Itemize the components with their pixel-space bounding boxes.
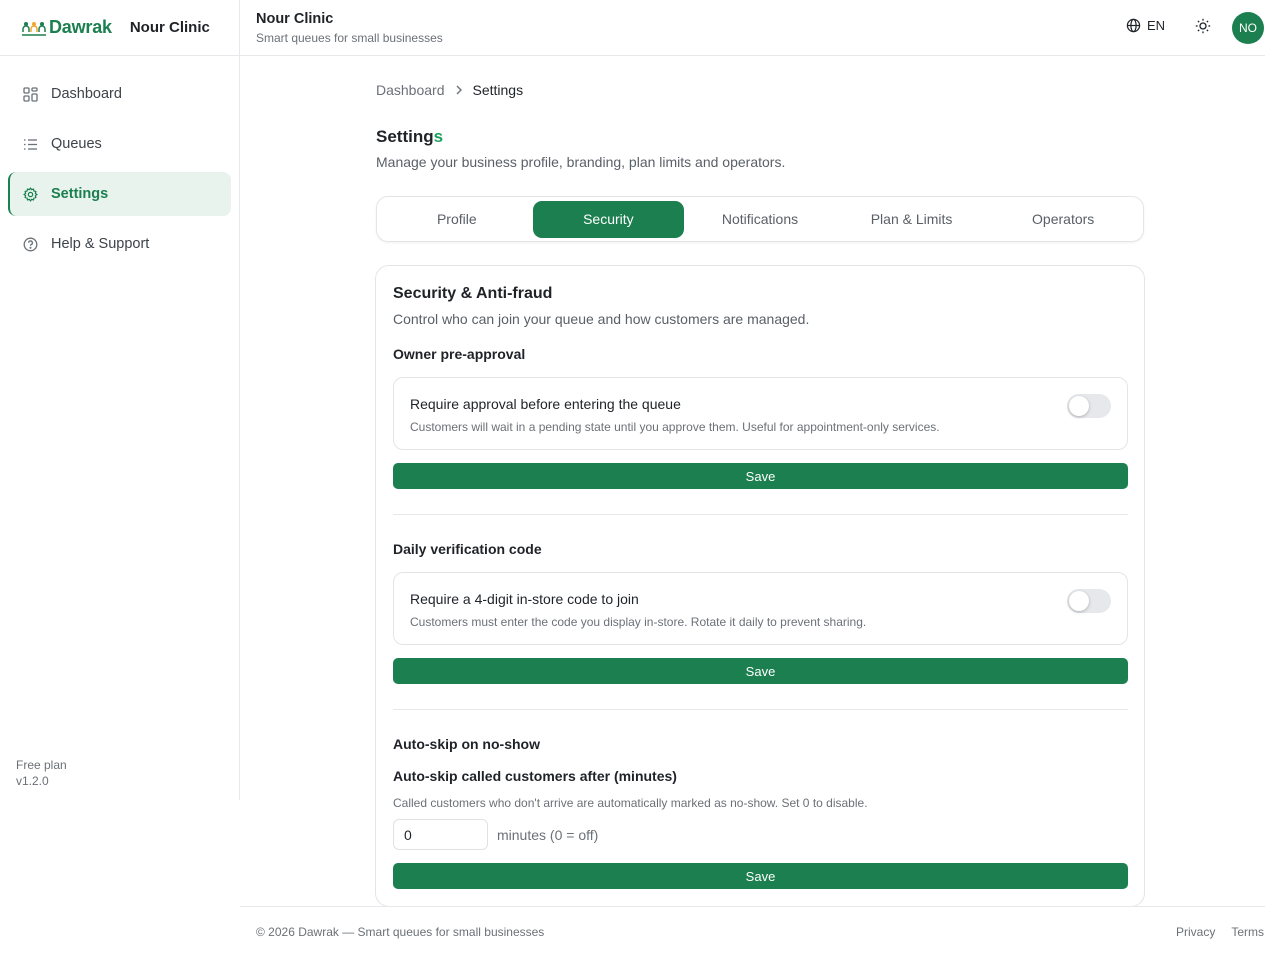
avatar[interactable]: NO bbox=[1232, 12, 1264, 44]
sun-icon bbox=[1195, 18, 1211, 34]
verification-code-toggle[interactable] bbox=[1067, 589, 1111, 613]
auto-skip-help-text: Called customers who don't arrive are au… bbox=[393, 796, 868, 810]
tab-profile[interactable]: Profile bbox=[381, 201, 533, 238]
privacy-link[interactable]: Privacy bbox=[1176, 925, 1215, 939]
sidebar-item-label: Queues bbox=[51, 136, 102, 152]
tab-notifications[interactable]: Notifications bbox=[684, 201, 836, 238]
footer-links: Privacy Terms bbox=[1176, 925, 1264, 939]
settings-tabs: Profile Security Notifications Plan & Li… bbox=[376, 196, 1144, 242]
sidebar-item-label: Settings bbox=[51, 186, 109, 202]
save-pre-approval-button[interactable]: Save bbox=[393, 463, 1128, 489]
sidebar-item-label: Help & Support bbox=[51, 236, 150, 252]
theme-toggle[interactable] bbox=[1195, 18, 1211, 39]
tab-operators[interactable]: Operators bbox=[987, 201, 1139, 238]
page-title-main: Setting bbox=[376, 127, 434, 146]
section-divider bbox=[393, 709, 1128, 710]
section-divider bbox=[393, 514, 1128, 515]
save-auto-skip-button[interactable]: Save bbox=[393, 863, 1128, 889]
section-heading-auto-skip: Auto-skip on no-show bbox=[393, 736, 540, 752]
sidebar-item-settings[interactable]: Settings bbox=[8, 172, 231, 216]
option-description: Customers will wait in a pending state u… bbox=[410, 420, 940, 434]
list-icon bbox=[22, 136, 38, 152]
toggle-knob bbox=[1069, 591, 1089, 611]
breadcrumb-current: Settings bbox=[472, 82, 524, 98]
pre-approval-toggle[interactable] bbox=[1067, 394, 1111, 418]
option-title: Require a 4-digit in-store code to join bbox=[410, 591, 639, 607]
pre-approval-option: Require approval before entering the que… bbox=[393, 377, 1128, 450]
sidebar-nav: Dashboard Queues Settings Help & Support bbox=[0, 56, 239, 266]
sidebar-item-queues[interactable]: Queues bbox=[8, 122, 231, 166]
breadcrumb: Dashboard Settings bbox=[376, 82, 523, 98]
language-label: EN bbox=[1147, 18, 1166, 33]
footer: © 2026 Dawrak — Smart queues for small b… bbox=[240, 906, 1265, 955]
plan-info: Free plan v1.2.0 bbox=[16, 757, 67, 789]
brand-bar: Dawrak Nour Clinic bbox=[0, 0, 239, 56]
auto-skip-field-label: Auto-skip called customers after (minute… bbox=[393, 768, 677, 784]
sidebar-item-help[interactable]: Help & Support bbox=[8, 222, 231, 266]
top-header: Nour Clinic Smart queues for small busin… bbox=[240, 0, 1265, 56]
breadcrumb-dashboard-link[interactable]: Dashboard bbox=[376, 82, 445, 98]
header-subtitle: Smart queues for small businesses bbox=[256, 31, 443, 45]
option-title: Require approval before entering the que… bbox=[410, 396, 681, 412]
page-title: Settings bbox=[376, 127, 443, 147]
sidebar-item-dashboard[interactable]: Dashboard bbox=[8, 72, 231, 116]
dashboard-grid-icon bbox=[22, 86, 38, 102]
help-circle-icon bbox=[22, 236, 38, 252]
save-verification-code-button[interactable]: Save bbox=[393, 658, 1128, 684]
card-title: Security & Anti-fraud bbox=[393, 285, 553, 302]
globe-icon bbox=[1126, 18, 1141, 33]
header-title: Nour Clinic bbox=[256, 11, 334, 27]
plan-label: Free plan bbox=[16, 758, 67, 772]
verification-code-option: Require a 4-digit in-store code to join … bbox=[393, 572, 1128, 645]
page-title-accent: s bbox=[433, 127, 444, 146]
option-description: Customers must enter the code you displa… bbox=[410, 615, 867, 629]
business-name: Nour Clinic bbox=[129, 19, 210, 36]
page-description: Manage your business profile, branding, … bbox=[376, 154, 786, 170]
section-heading-verification-code: Daily verification code bbox=[393, 541, 542, 557]
toggle-knob bbox=[1069, 396, 1089, 416]
logo-text: Dawrak bbox=[49, 17, 112, 37]
security-card: Security & Anti-fraud Control who can jo… bbox=[375, 265, 1145, 907]
section-heading-pre-approval: Owner pre-approval bbox=[393, 346, 526, 362]
tab-plan-limits[interactable]: Plan & Limits bbox=[836, 201, 988, 238]
card-description: Control who can join your queue and how … bbox=[393, 311, 810, 327]
sidebar: Dawrak Nour Clinic Dashboard Queues Sett… bbox=[0, 0, 240, 800]
terms-link[interactable]: Terms bbox=[1231, 925, 1264, 939]
version-label: v1.2.0 bbox=[16, 774, 49, 788]
sidebar-item-label: Dashboard bbox=[51, 86, 122, 102]
auto-skip-minutes-input[interactable] bbox=[393, 819, 488, 850]
gear-icon bbox=[22, 186, 38, 202]
tab-security[interactable]: Security bbox=[532, 200, 685, 238]
language-switcher[interactable]: EN bbox=[1126, 18, 1165, 33]
people-queue-icon bbox=[22, 21, 46, 36]
logo[interactable]: Dawrak bbox=[22, 17, 112, 38]
chevron-right-icon bbox=[456, 85, 462, 95]
footer-copyright: © 2026 Dawrak — Smart queues for small b… bbox=[256, 925, 545, 939]
auto-skip-unit-label: minutes (0 = off) bbox=[497, 827, 599, 843]
